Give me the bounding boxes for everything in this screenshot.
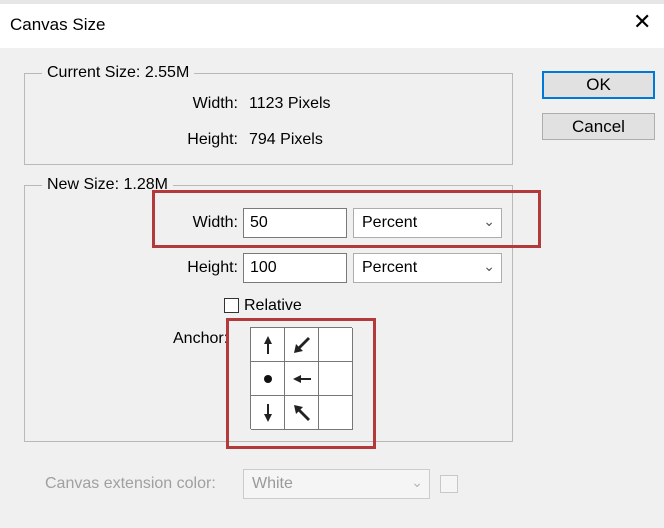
anchor-cell-top-left[interactable] xyxy=(251,328,285,362)
extension-color-label: Canvas extension color: xyxy=(45,475,216,492)
current-height-value: 794 Pixels xyxy=(249,131,323,148)
anchor-cell-top-right[interactable] xyxy=(319,328,353,362)
extension-color-swatch[interactable] xyxy=(440,475,458,493)
extension-color-select[interactable]: White ⌄ xyxy=(243,469,430,499)
height-unit-value: Percent xyxy=(362,259,418,276)
ok-button[interactable]: OK xyxy=(542,71,655,99)
extension-color-value: White xyxy=(252,475,293,492)
anchor-label: Anchor: xyxy=(173,330,229,347)
anchor-cell-middle-right[interactable] xyxy=(319,362,353,396)
anchor-grid[interactable] xyxy=(250,327,353,430)
new-width-label: Width: xyxy=(192,214,238,231)
cancel-button[interactable]: Cancel xyxy=(542,113,655,140)
height-input[interactable]: 100 xyxy=(243,253,347,283)
width-unit-value: Percent xyxy=(362,214,418,231)
relative-label[interactable]: Relative xyxy=(244,297,302,315)
current-height-label: Height: xyxy=(187,131,238,148)
arrow-up-icon xyxy=(264,336,272,354)
new-height-label: Height: xyxy=(187,259,238,276)
chevron-down-icon: ⌄ xyxy=(483,258,495,274)
canvas-size-dialog: Canvas Size ✕ Current Size: 2.55M Width:… xyxy=(0,0,664,528)
anchor-cell-middle-left[interactable] xyxy=(251,362,285,396)
anchor-cell-bottom-right[interactable] xyxy=(319,396,353,430)
arrow-down-icon xyxy=(264,404,272,422)
title-bar: Canvas Size ✕ xyxy=(0,0,664,48)
height-unit-select[interactable]: Percent ⌄ xyxy=(353,253,502,283)
current-size-legend: Current Size: 2.55M xyxy=(42,64,195,82)
anchor-cell-top-center[interactable] xyxy=(285,328,319,362)
anchor-cell-bottom-center[interactable] xyxy=(285,396,319,430)
dialog-title: Canvas Size xyxy=(10,15,106,34)
width-unit-select[interactable]: Percent ⌄ xyxy=(353,208,502,238)
anchor-cell-bottom-left[interactable] xyxy=(251,396,285,430)
close-icon[interactable]: ✕ xyxy=(633,11,651,33)
anchor-dot-icon xyxy=(264,375,272,383)
current-width-label: Width: xyxy=(192,95,238,112)
anchor-cell-center[interactable] xyxy=(285,362,319,396)
width-input[interactable]: 50 xyxy=(243,208,347,238)
arrow-down-left-icon xyxy=(294,337,310,353)
relative-checkbox[interactable] xyxy=(224,298,239,313)
arrow-up-left-icon xyxy=(294,405,310,421)
arrow-left-icon xyxy=(293,375,311,383)
chevron-down-icon: ⌄ xyxy=(483,213,495,229)
current-size-group xyxy=(24,73,513,165)
current-width-value: 1123 Pixels xyxy=(249,95,331,112)
chevron-down-icon: ⌄ xyxy=(411,474,423,490)
new-size-legend: New Size: 1.28M xyxy=(42,176,173,194)
title-bar-top-strip xyxy=(0,0,664,4)
